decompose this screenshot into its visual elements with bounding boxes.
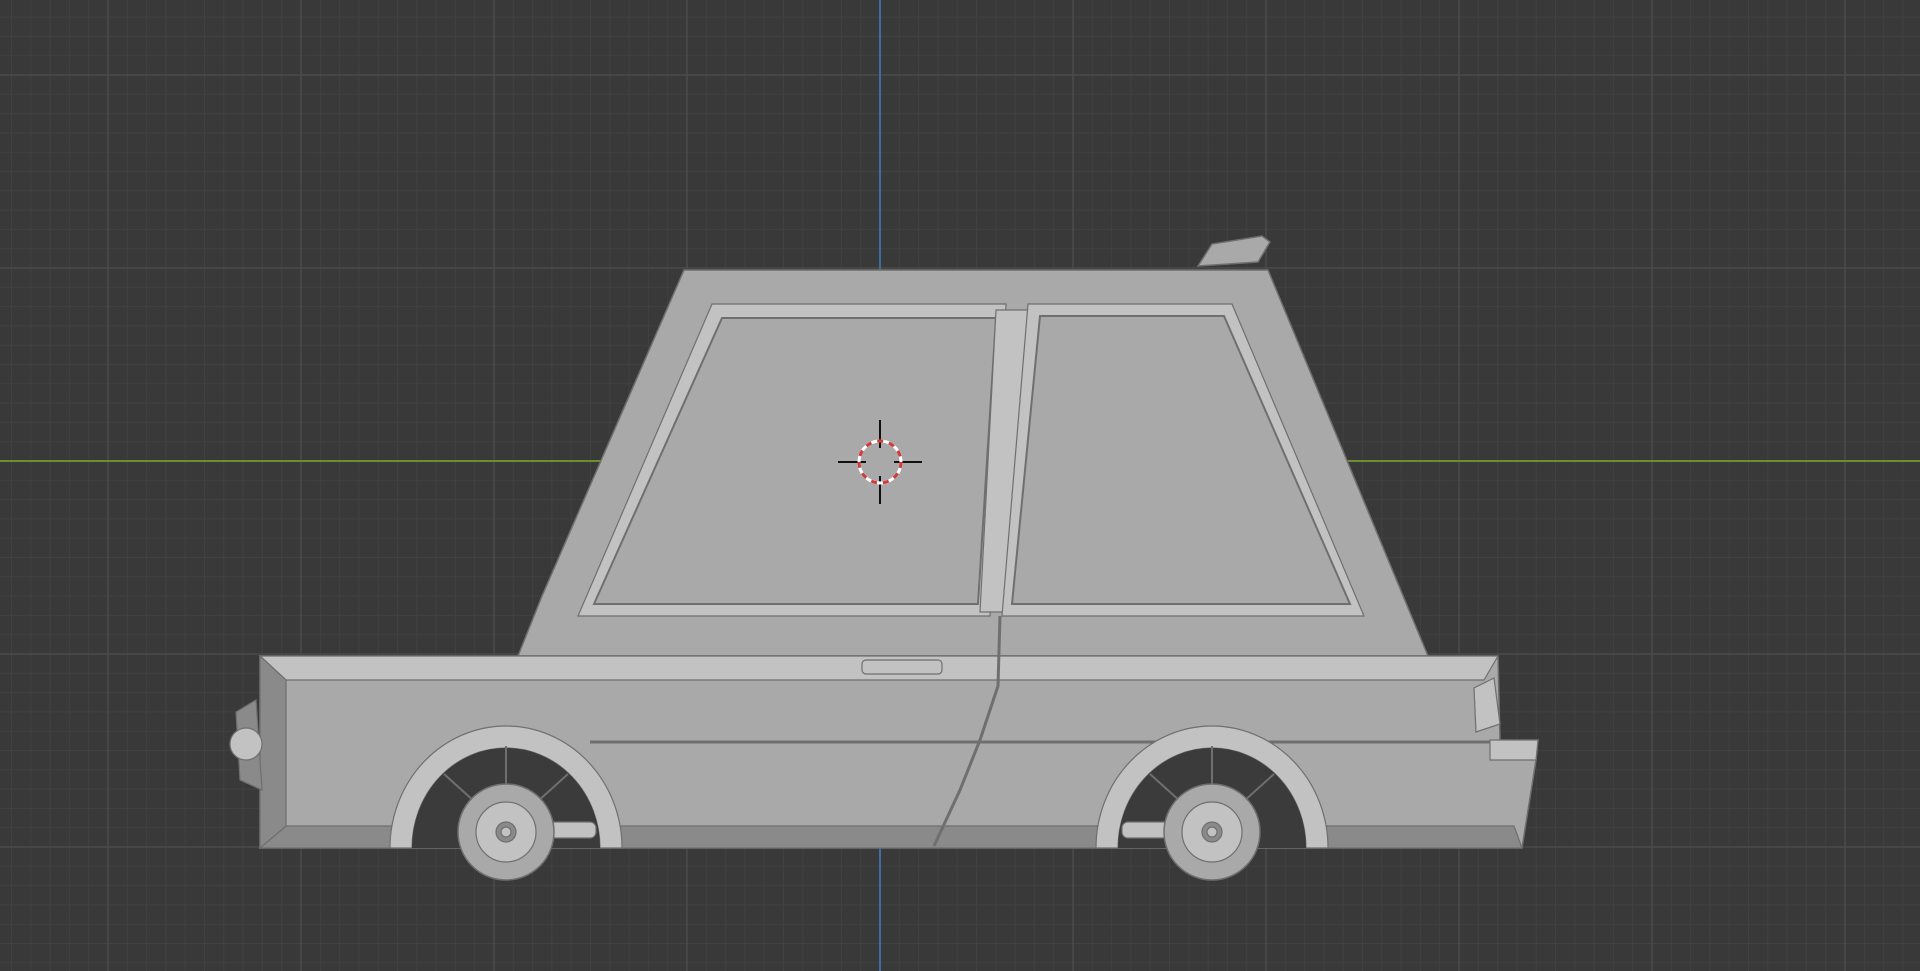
door-handle[interactable] bbox=[861, 659, 943, 675]
viewport-canvas[interactable] bbox=[0, 0, 1920, 971]
headlight-lens bbox=[229, 727, 263, 761]
front-wheel[interactable] bbox=[457, 783, 555, 881]
rear-bumper bbox=[1489, 739, 1539, 761]
rear-wheel[interactable] bbox=[1163, 783, 1261, 881]
front-bumper bbox=[259, 654, 287, 850]
3d-viewport[interactable] bbox=[0, 0, 1920, 971]
